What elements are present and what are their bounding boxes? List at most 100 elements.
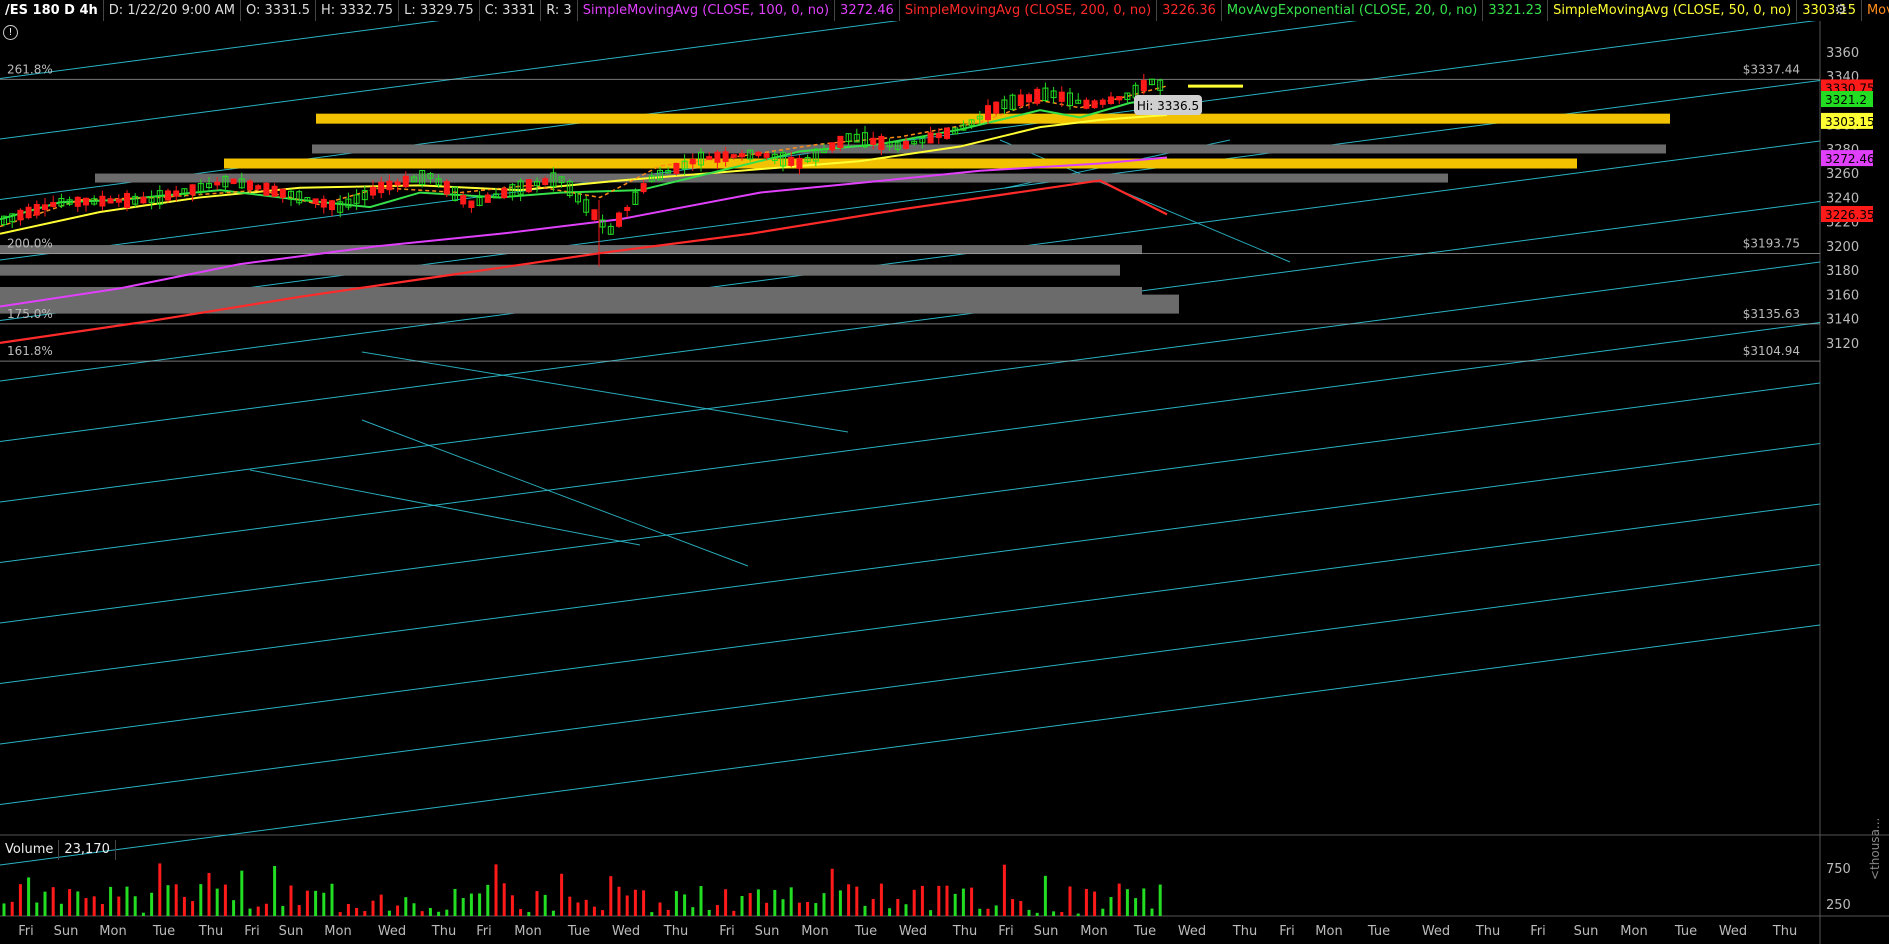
candle-body	[279, 188, 286, 198]
volume-bar	[346, 904, 350, 916]
candle-body	[927, 132, 934, 144]
volume-bar	[338, 912, 342, 916]
volume-bar	[879, 883, 883, 916]
volume-bar	[117, 896, 121, 916]
time-axis-label: Mon	[801, 924, 828, 939]
volume-bar	[412, 903, 416, 916]
volume-bar	[970, 887, 974, 916]
volume-tick-label: 250	[1826, 898, 1851, 913]
volume-bar	[683, 894, 687, 916]
time-axis-label: Thu	[198, 924, 223, 939]
candle-body	[165, 190, 171, 201]
volume-bar	[215, 888, 219, 916]
volume-bar	[387, 910, 391, 916]
volume-bar	[27, 877, 31, 916]
volume-bar	[453, 888, 457, 916]
volume-bar	[814, 903, 818, 916]
volume-bar	[904, 904, 908, 916]
time-axis-label: Wed	[899, 924, 927, 939]
candle-body	[402, 175, 409, 188]
fib-value-label: $3104.94	[1743, 344, 1800, 358]
volume-bar	[797, 902, 801, 916]
volume-bar	[1035, 912, 1039, 916]
volume-bar	[478, 893, 482, 916]
fib-pct-label: 175.0%	[7, 307, 53, 321]
volume-bar	[1002, 864, 1006, 916]
volume-bar	[658, 902, 662, 916]
candle-body	[50, 202, 57, 207]
volume-bar	[100, 903, 104, 916]
volume-bar	[888, 908, 892, 916]
candle-body	[99, 195, 106, 207]
volume-bar	[748, 893, 752, 916]
price-marker-label: 3226.35	[1825, 208, 1875, 222]
symbol-label[interactable]: /ES 180 D 4h	[0, 0, 104, 21]
price-tick-label: 3240	[1826, 191, 1859, 206]
time-axis-label: Fri	[1530, 924, 1546, 939]
study-ema20-label[interactable]: MovAvgExponential (CLOSE, 20, 0, no)	[1222, 0, 1484, 21]
volume-bar	[404, 897, 408, 916]
volume-bar	[133, 896, 137, 916]
price-tick-label: 3140	[1826, 313, 1859, 328]
time-axis-label: Wed	[1422, 924, 1450, 939]
volume-bar	[445, 909, 449, 916]
time-axis-label: Fri	[18, 924, 34, 939]
volume-units-label: <thousa...	[1868, 817, 1882, 880]
volume-bar	[10, 901, 14, 916]
volume-value: 23,170	[59, 840, 116, 860]
study-ema20-value: 3321.23	[1483, 0, 1549, 21]
volume-bar	[601, 910, 605, 916]
study-sma50-label[interactable]: SimpleMovingAvg (CLOSE, 50, 0, no)	[1548, 0, 1798, 21]
time-axis-label: Fri	[719, 924, 735, 939]
price-tick-label: 3260	[1826, 167, 1859, 182]
time-axis-label: Mon	[1080, 924, 1107, 939]
time-axis-label: Mon	[324, 924, 351, 939]
candle-body	[247, 180, 253, 191]
fib-value-label: $3135.63	[1743, 307, 1800, 321]
volume-bar	[617, 886, 621, 916]
study-sma100-label[interactable]: SimpleMovingAvg (CLOSE, 100, 0, no)	[578, 0, 836, 21]
candle-body	[263, 182, 270, 196]
study-ema8-label[interactable]: MovAvgExponential (CLOSE, 8,...	[1862, 0, 1889, 21]
volume-bar	[756, 889, 760, 916]
volume-bar	[838, 890, 842, 916]
volume-bar	[1076, 913, 1080, 916]
gray-zone	[0, 294, 1179, 314]
volume-bar	[68, 889, 72, 916]
candle-body	[124, 192, 130, 208]
study-sma200-label[interactable]: SimpleMovingAvg (CLOSE, 200, 0, no)	[900, 0, 1158, 21]
volume-bar	[822, 893, 826, 916]
candle-body	[616, 212, 622, 227]
volume-bar	[150, 892, 154, 916]
volume-bar	[920, 885, 924, 916]
volume-bar	[109, 886, 113, 916]
alert-icon[interactable]: !	[3, 25, 18, 40]
price-chart[interactable]: 261.8% $3337.44 200.0% $3193.75 175.0% $3135.…	[0, 0, 1889, 944]
fib-value-label: $3337.44	[1743, 62, 1800, 76]
volume-bar	[715, 905, 719, 916]
time-axis-label: Tue	[854, 924, 877, 939]
candle-body	[763, 153, 770, 158]
volume-bar	[1011, 899, 1015, 916]
candle-body	[706, 156, 713, 160]
candle-body	[673, 162, 680, 174]
settings-icon[interactable]: ⚙	[1834, 2, 1847, 18]
candle-body	[33, 204, 40, 216]
fib-pct-label: 200.0%	[7, 236, 53, 250]
candle-body	[230, 178, 237, 185]
candle-body	[878, 135, 885, 150]
time-axis-label: Thu	[1475, 924, 1500, 939]
volume-bar	[428, 908, 432, 916]
volume-bar	[1093, 891, 1097, 916]
volume-bar	[1150, 908, 1154, 916]
candle-body	[115, 198, 122, 203]
candle-body	[542, 178, 549, 186]
volume-bar	[1117, 883, 1121, 916]
time-axis-label: Mon	[1315, 924, 1342, 939]
candle-body	[993, 101, 1000, 114]
low-label: L: 3329.75	[399, 0, 480, 21]
volume-bar	[199, 884, 203, 916]
volume-bar	[141, 912, 145, 916]
candle-body	[460, 195, 467, 205]
candle-body	[1017, 94, 1024, 107]
